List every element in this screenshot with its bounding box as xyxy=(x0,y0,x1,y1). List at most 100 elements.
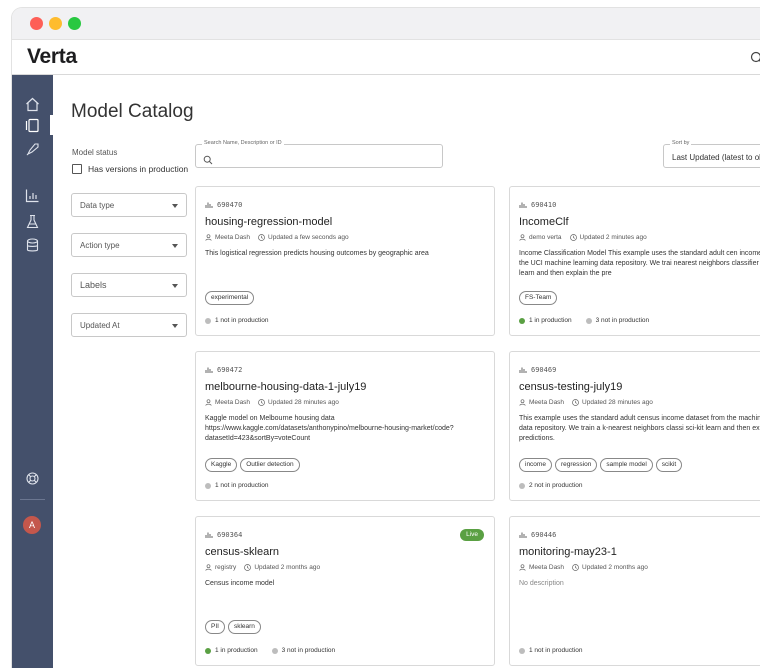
sort-value: Last Updated (latest to ol xyxy=(672,153,760,162)
action-type-select[interactable]: Action type xyxy=(71,233,187,257)
tag[interactable]: income xyxy=(519,458,552,472)
model-card[interactable]: 690469 census-testing-july19 Meeta Dash … xyxy=(509,351,760,501)
model-card[interactable]: 690472 melbourne-housing-data-1-july19 M… xyxy=(195,351,495,501)
model-meta: Meeta Dash Updated 2 months ago xyxy=(519,564,648,571)
search-legend: Search Name, Description or ID xyxy=(202,140,284,146)
caret-down-icon xyxy=(172,324,178,328)
model-name[interactable]: IncomeClf xyxy=(519,216,569,228)
model-id-text: 690469 xyxy=(531,366,557,374)
tag[interactable]: FS-Team xyxy=(519,291,558,305)
model-card[interactable]: 690364 census-sklearn registry Updated 2… xyxy=(195,516,495,666)
model-name[interactable]: monitoring-may23-1 xyxy=(519,546,617,558)
user-icon xyxy=(205,564,212,571)
page-title: Model Catalog xyxy=(71,101,194,122)
help-icon[interactable] xyxy=(24,470,41,487)
caret-down-icon xyxy=(172,244,178,248)
model-meta: Meeta Dash Updated a few seconds ago xyxy=(205,234,349,241)
flask-icon[interactable] xyxy=(24,213,41,230)
updated-at-select[interactable]: Updated At xyxy=(71,313,187,337)
model-name[interactable]: census-sklearn xyxy=(205,546,279,558)
model-tags: FS-Team xyxy=(519,291,558,305)
app-window: Verta A Model Catalog Model status Has v… xyxy=(12,8,760,668)
not-in-production-text: 3 not in production xyxy=(281,647,336,654)
caret-down-icon xyxy=(172,204,178,208)
minimize-window-button[interactable] xyxy=(49,17,62,30)
in-production-text: 1 in production xyxy=(215,647,258,654)
model-id-text: 690364 xyxy=(217,531,243,539)
tag[interactable]: Kaggle xyxy=(205,458,238,472)
maximize-window-button[interactable] xyxy=(68,17,81,30)
clock-icon xyxy=(258,234,265,241)
model-name[interactable]: census-testing-july19 xyxy=(519,381,622,393)
tag[interactable]: PII xyxy=(205,620,225,634)
model-name[interactable]: housing-regression-model xyxy=(205,216,332,228)
model-card[interactable]: 690410 IncomeClf demo verta Updated 2 mi… xyxy=(509,186,760,336)
main-content: Model Catalog Model status Has versions … xyxy=(53,75,760,668)
chart-icon[interactable] xyxy=(24,187,41,204)
production-status: 1 not in production xyxy=(205,317,268,324)
user-icon xyxy=(519,399,526,406)
model-icon xyxy=(205,532,213,538)
action-type-label: Action type xyxy=(80,241,120,250)
tag[interactable]: sample model xyxy=(600,458,653,472)
top-app-bar: Verta xyxy=(12,40,760,75)
model-author: Meeta Dash xyxy=(529,564,565,571)
tag[interactable]: Outlier detection xyxy=(240,458,300,472)
search-icon[interactable] xyxy=(750,51,760,65)
window-titlebar xyxy=(12,8,760,40)
model-id: 690472 xyxy=(205,366,242,374)
model-card[interactable]: 690446 monitoring-may23-1 Meeta Dash Upd… xyxy=(509,516,760,666)
model-author: Meeta Dash xyxy=(215,399,251,406)
live-badge: Live xyxy=(460,529,484,541)
clock-icon xyxy=(258,399,265,406)
model-updated: Updated 2 months ago xyxy=(254,564,321,571)
model-id-text: 690446 xyxy=(531,531,557,539)
model-author: registry xyxy=(215,564,237,571)
user-icon xyxy=(205,399,212,406)
model-id-text: 690410 xyxy=(531,201,557,209)
close-window-button[interactable] xyxy=(30,17,43,30)
labels-select[interactable]: Labels xyxy=(71,273,187,297)
in-production-text: 1 in production xyxy=(529,317,572,324)
model-id: 690446 xyxy=(519,531,556,539)
tag[interactable]: regression xyxy=(554,458,598,472)
rocket-icon[interactable] xyxy=(24,141,41,158)
user-icon xyxy=(205,234,212,241)
model-updated: Updated 2 months ago xyxy=(582,564,648,571)
model-author: demo verta xyxy=(529,234,562,241)
model-author: Meeta Dash xyxy=(529,399,565,406)
model-meta: registry Updated 2 months ago xyxy=(205,564,320,571)
model-name[interactable]: melbourne-housing-data-1-july19 xyxy=(205,381,366,393)
avatar[interactable]: A xyxy=(23,516,41,534)
not-in-production-dot xyxy=(585,317,592,324)
caret-down-icon xyxy=(172,284,178,288)
home-icon[interactable] xyxy=(24,96,41,113)
verta-logo[interactable]: Verta xyxy=(27,45,77,69)
model-id-text: 690470 xyxy=(217,201,243,209)
model-meta: demo verta Updated 2 minutes ago xyxy=(519,234,647,241)
model-tags: PII sklearn xyxy=(205,620,261,634)
not-in-production-text: 3 not in production xyxy=(595,317,650,324)
has-versions-checkbox[interactable] xyxy=(72,164,82,174)
sidebar-divider xyxy=(20,499,45,500)
production-status: 1 in production 3 not in production xyxy=(519,317,649,324)
model-icon xyxy=(519,202,527,208)
model-author: Meeta Dash xyxy=(215,234,251,241)
tag[interactable]: sklearn xyxy=(227,620,261,634)
model-card[interactable]: 690470 housing-regression-model Meeta Da… xyxy=(195,186,495,336)
has-versions-filter[interactable]: Has versions in production xyxy=(72,164,188,174)
catalog-icon[interactable] xyxy=(24,117,41,134)
model-status-label: Model status xyxy=(72,148,118,157)
tag[interactable]: experimental xyxy=(205,291,255,305)
tag[interactable]: scikit xyxy=(655,458,683,472)
user-icon xyxy=(519,564,526,571)
search-input[interactable]: Search Name, Description or ID xyxy=(195,140,443,168)
model-meta: Meeta Dash Updated 28 minutes ago xyxy=(519,399,653,406)
model-description: Census income model xyxy=(205,580,275,587)
database-icon[interactable] xyxy=(24,237,41,254)
not-in-production-text: 1 not in production xyxy=(215,482,269,489)
not-in-production-dot xyxy=(519,647,525,654)
sort-select[interactable]: Sort by Last Updated (latest to ol xyxy=(663,140,760,168)
not-in-production-text: 2 not in production xyxy=(529,482,583,489)
data-type-select[interactable]: Data type xyxy=(71,193,187,217)
